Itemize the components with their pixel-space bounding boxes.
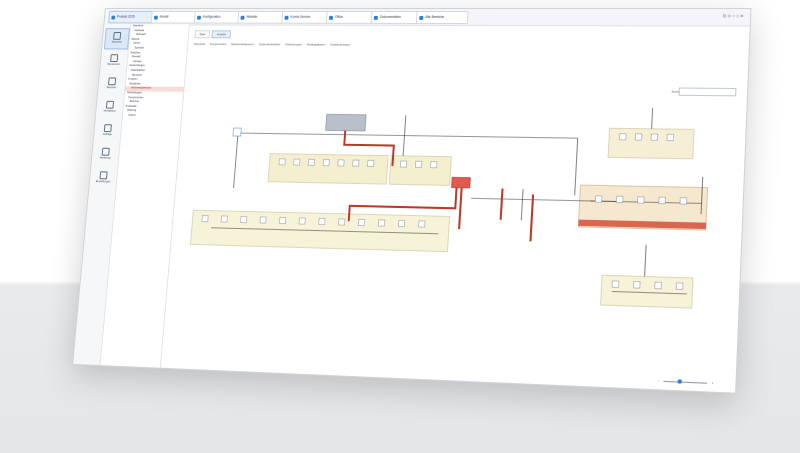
- ribbon-tab-0[interactable]: Start: [194, 30, 211, 39]
- tab-label: Office: [334, 14, 344, 19]
- zoom-knob[interactable]: [677, 378, 682, 384]
- gear-icon: [99, 171, 108, 180]
- filter-checkbox[interactable]: Netzwerkdiagramm: [231, 42, 254, 46]
- list-icon: [103, 124, 112, 133]
- rail-item-label: Werkzeug: [99, 156, 111, 160]
- product-screenshot: ⊡ ⊙ ─ □ ✕ Produkt 2025 Modell Konfiguratio…: [0, 0, 800, 453]
- tab-icon: [153, 15, 158, 20]
- cluster-box-left: [268, 154, 388, 185]
- folder-icon: [105, 100, 115, 109]
- zoom-slider[interactable]: [663, 378, 708, 384]
- cluster-box-right: [608, 128, 694, 159]
- tab-5[interactable]: Office: [325, 10, 378, 24]
- tab-icon: [240, 15, 245, 20]
- tab-label: Konfiguration: [202, 14, 221, 19]
- zoom-in-icon[interactable]: +: [711, 381, 713, 385]
- rail-item-1[interactable]: Ressourcen: [102, 51, 126, 71]
- rail-item-label: Ressourcen: [107, 62, 121, 66]
- home-icon: [113, 32, 122, 40]
- tab-label: Produkt 2025: [116, 14, 135, 19]
- rail-item-label: Startseite: [111, 40, 122, 44]
- tool-icon: [101, 147, 110, 156]
- tab-7[interactable]: Alle Bereiche: [415, 10, 469, 25]
- rail-item-6[interactable]: Einstellungen: [91, 168, 115, 188]
- window-controls[interactable]: ⊡ ⊙ ─ □ ✕: [723, 13, 744, 18]
- main-area: Start Ansicht Übersicht Komponenten Netzwer…: [161, 24, 750, 392]
- router-box: [451, 177, 470, 188]
- rail-item-label: Verwaltung: [103, 109, 116, 113]
- search-input[interactable]: [678, 87, 737, 97]
- tab-label: Dokumentation: [379, 14, 402, 19]
- tab-label: Kunde Service: [290, 14, 311, 19]
- zoom-control[interactable]: − +: [658, 378, 714, 385]
- filter-checkbox[interactable]: Übersicht: [194, 42, 205, 46]
- ribbon-tabs: Start Ansicht: [194, 30, 233, 39]
- tab-icon: [196, 15, 202, 20]
- rail-item-label: Benutzer: [106, 86, 117, 90]
- tab-6[interactable]: Dokumentation: [370, 10, 423, 24]
- tab-label: Modell: [159, 14, 169, 19]
- filter-toolbar: Übersicht Komponenten Netzwerkdiagramm Syst…: [194, 42, 356, 47]
- network-diagram[interactable]: [165, 93, 728, 344]
- server-rack-icon: [326, 114, 367, 131]
- user-icon: [108, 77, 117, 86]
- filter-checkbox[interactable]: Verbindungen: [285, 42, 302, 46]
- rail-item-0[interactable]: Startseite: [103, 28, 130, 50]
- rail-item-4[interactable]: Aufträge: [96, 121, 120, 141]
- device-node-left: [233, 128, 241, 136]
- tab-label: Website: [246, 14, 258, 19]
- filter-checkbox[interactable]: Komponenten: [210, 42, 227, 46]
- tab-icon: [419, 15, 424, 20]
- grid-icon: [110, 54, 119, 63]
- filter-checkbox[interactable]: Abhängigkeiten: [307, 42, 326, 46]
- tab-icon: [284, 15, 289, 20]
- tab-icon: [373, 15, 379, 20]
- rail-item-5[interactable]: Werkzeug: [93, 145, 117, 165]
- rail-item-2[interactable]: Benutzer: [100, 74, 124, 94]
- tree-item[interactable]: Export: [123, 114, 182, 119]
- tab-label: Alle Bereiche: [425, 14, 445, 19]
- rail-item-label: Aufträge: [102, 133, 112, 137]
- tab-icon: [328, 15, 334, 20]
- ribbon-tab-1[interactable]: Ansicht: [211, 30, 232, 39]
- zoom-out-icon[interactable]: −: [658, 378, 660, 382]
- filter-checkbox[interactable]: Systemarchitektur: [259, 42, 281, 46]
- cluster-box-mid: [389, 156, 451, 186]
- rail-item-3[interactable]: Verwaltung: [98, 98, 122, 118]
- rail-item-label: Einstellungen: [95, 180, 111, 184]
- app-window: ⊡ ⊙ ─ □ ✕ Produkt 2025 Modell Konfiguratio…: [72, 8, 752, 394]
- tab-icon: [111, 15, 116, 20]
- filter-checkbox[interactable]: Details anzeigen: [330, 43, 350, 47]
